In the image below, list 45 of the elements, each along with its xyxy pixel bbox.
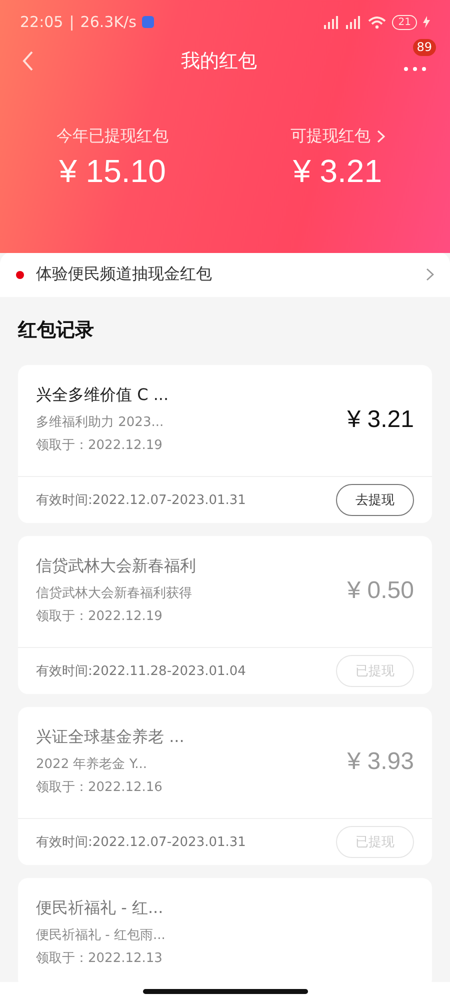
notice-text: 体验便民频道抽现金红包 [36,264,213,285]
summary-amount: ¥ 3.21 [293,153,382,190]
record-subtitle: 便民祈福礼 - 红包雨... [36,927,166,944]
record-amount: ¥ 0.50 [347,576,414,604]
record-subtitle: 2022 年养老金 Y... [36,756,148,773]
record-amount: ¥ 3.21 [347,406,414,434]
validity-period: 有效时间:2022.11.28-2023.01.04 [36,663,247,680]
summary-amount: ¥ 15.10 [59,153,166,190]
record-title: 便民祈福礼 - 红... [36,898,164,919]
charging-icon [423,16,430,28]
withdraw-button[interactable]: 去提现 [336,484,414,516]
wifi-icon [368,16,386,28]
more-icon[interactable] [404,67,426,71]
signal-icon [324,16,340,28]
record-amount: ¥ 3.93 [347,748,414,776]
battery-indicator: 21 [392,14,417,30]
signal-icon [346,16,362,28]
record-subtitle: 信贷武林大会新春福利获得 [36,585,192,602]
status-divider: | [69,13,74,31]
notice-dot-icon [16,270,24,278]
network-speed: 26.3K/s [80,13,136,31]
home-indicator[interactable] [142,988,308,994]
chevron-right-icon [426,268,434,281]
notice-bar[interactable]: 体验便民频道抽现金红包 [0,252,450,297]
received-date: 领取于：2022.12.19 [36,608,162,625]
validity-period: 有效时间:2022.12.07-2023.01.31 [36,492,247,509]
received-date: 领取于：2022.12.16 [36,779,162,796]
validity-period: 有效时间:2022.12.07-2023.01.31 [36,834,247,851]
received-date: 领取于：2022.12.13 [36,950,162,967]
section-title: 红包记录 [18,318,94,343]
app-notification-icon [142,16,154,28]
record-subtitle: 多维福利助力 2023... [36,414,164,431]
record-card[interactable]: 兴全多维价值 C ... 多维福利助力 2023... 领取于：2022.12.19 ¥ 3.21 有效时间:2022.12.07-2023.01.31 去提现 [18,365,432,523]
summary-label: 今年已提现红包 [56,126,168,147]
notification-badge: 89 [412,39,436,56]
summary-label[interactable]: 可提现红包 [290,126,370,147]
record-title: 兴全多维价值 C ... [36,385,169,406]
status-time: 22:05 [20,13,64,31]
record-title: 信贷武林大会新春福利 [36,556,196,577]
record-card[interactable]: 便民祈福礼 - 红... 便民祈福礼 - 红包雨... 领取于：2022.12.13 [18,878,432,982]
chevron-right-icon[interactable] [376,130,384,143]
received-date: 领取于：2022.12.19 [36,437,162,454]
page-title: 我的红包 [180,49,258,74]
record-title: 兴证全球基金养老 ... [36,727,184,748]
back-icon[interactable] [22,51,34,71]
